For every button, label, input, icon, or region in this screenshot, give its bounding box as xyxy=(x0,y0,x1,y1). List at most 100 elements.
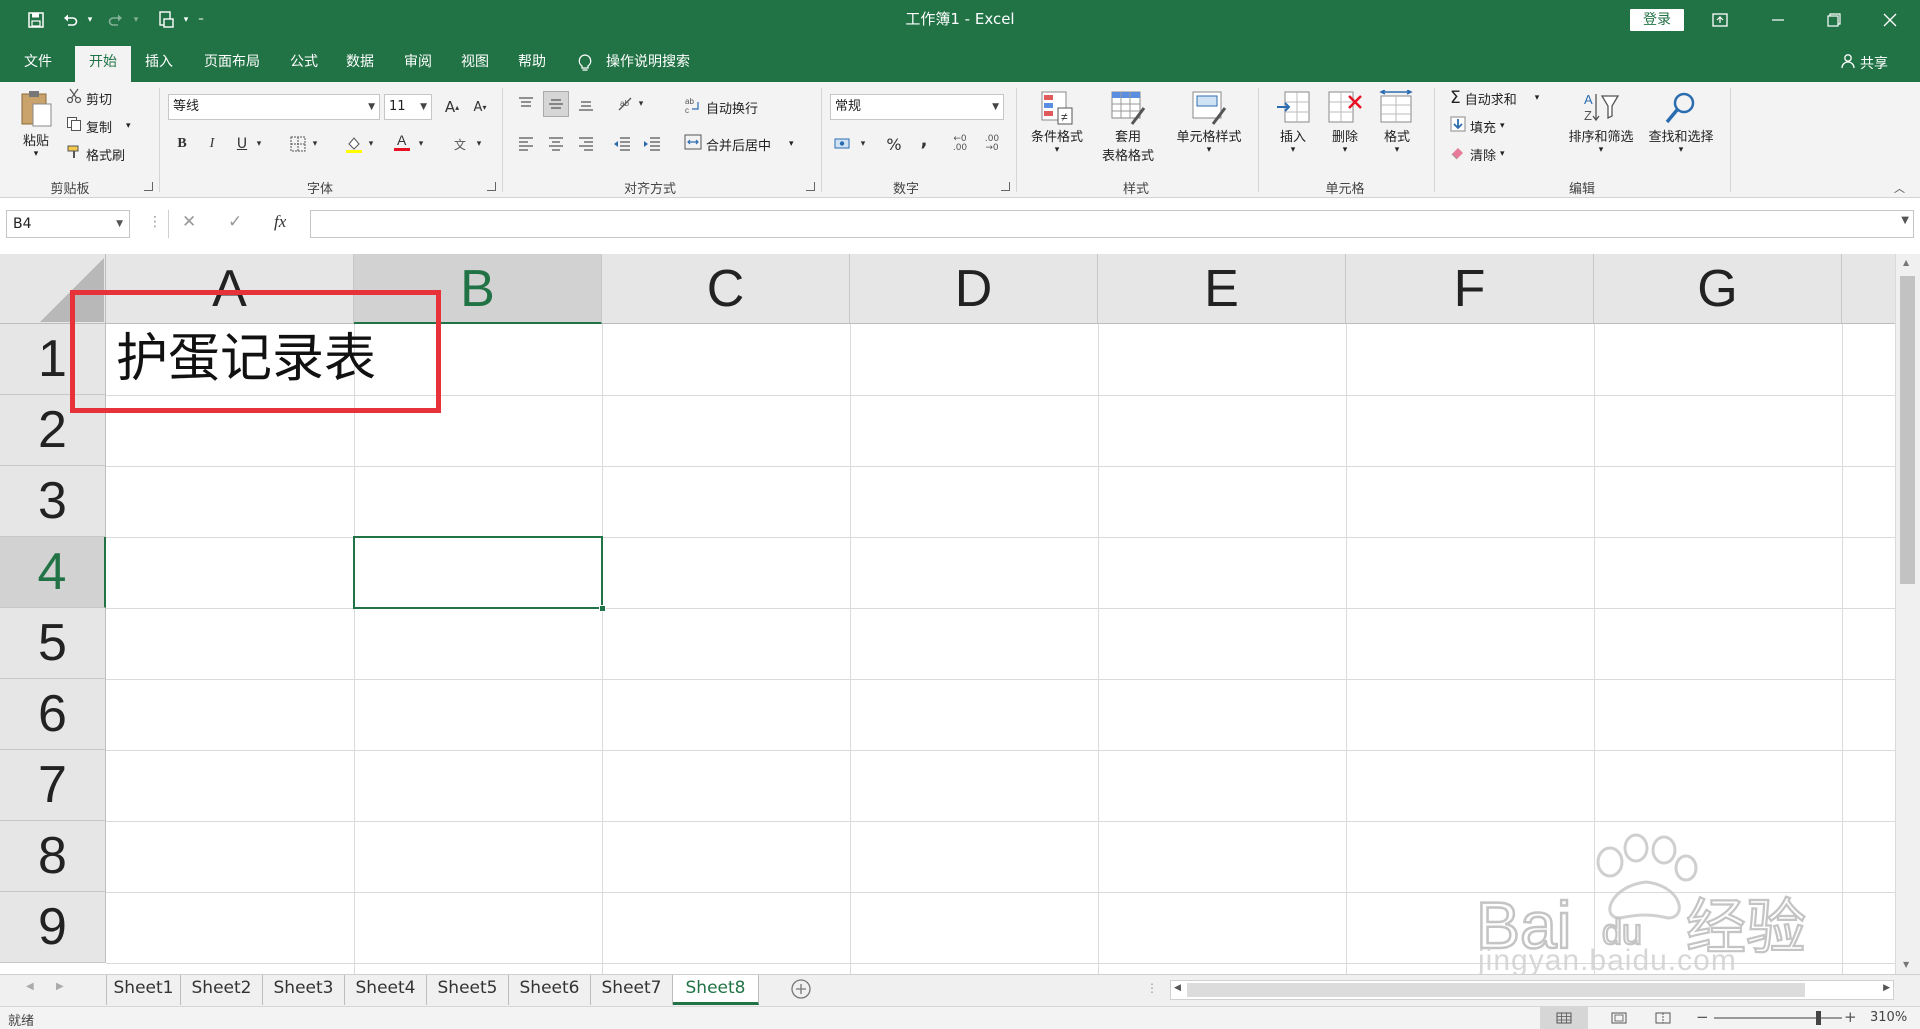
row-header-7[interactable]: 7 xyxy=(0,750,106,821)
tell-me-search[interactable]: 操作说明搜索 xyxy=(606,46,706,82)
zoom-slider[interactable] xyxy=(1714,1017,1842,1019)
scroll-right-icon[interactable]: ▶ xyxy=(1883,983,1890,993)
collapse-ribbon-icon[interactable]: ︿ xyxy=(1894,180,1905,196)
delete-cells-button[interactable]: 删除 ▾ xyxy=(1322,90,1368,155)
autosum-button[interactable]: Σ 自动求和 ▾ xyxy=(1450,88,1539,108)
phonetic-icon[interactable]: 文 xyxy=(448,132,472,156)
formula-input[interactable]: ▼ xyxy=(310,210,1914,238)
tab-data[interactable]: 数据 xyxy=(332,46,388,82)
zoom-slider-thumb[interactable] xyxy=(1816,1011,1821,1025)
format-cells-button[interactable]: 格式 ▾ xyxy=(1374,90,1420,155)
fill-color-icon[interactable] xyxy=(342,132,366,156)
tab-insert[interactable]: 插入 xyxy=(131,46,187,82)
enter-icon[interactable]: ✓ xyxy=(228,212,242,232)
underline-button[interactable]: U xyxy=(230,132,254,156)
sheet-tab-2[interactable]: Sheet2 xyxy=(181,975,263,1005)
insert-cells-button[interactable]: 插入 ▾ xyxy=(1270,90,1316,155)
fill-dropdown-icon[interactable]: ▾ xyxy=(1500,121,1505,131)
increase-decimal-icon[interactable]: ←0.00 xyxy=(948,132,972,156)
tab-formulas[interactable]: 公式 xyxy=(276,46,332,82)
tab-split-grip-icon[interactable]: ⋮ xyxy=(1146,981,1158,995)
page-break-view-icon[interactable] xyxy=(1648,1007,1678,1029)
next-sheet-icon[interactable]: ▶ xyxy=(56,981,64,992)
decrease-indent-icon[interactable] xyxy=(610,132,634,156)
font-color-icon[interactable]: A xyxy=(390,130,414,154)
phonetic-dropdown-icon[interactable]: ▾ xyxy=(472,132,486,156)
tab-page-layout[interactable]: 页面布局 xyxy=(192,46,272,82)
font-name-select[interactable]: 等线 ▼ xyxy=(168,94,380,120)
row-header-8[interactable]: 8 xyxy=(0,821,106,892)
sheet-tab-5[interactable]: Sheet5 xyxy=(427,975,509,1005)
tab-review[interactable]: 审阅 xyxy=(390,46,446,82)
horizontal-scroll-thumb[interactable] xyxy=(1187,983,1805,997)
expand-formula-icon[interactable]: ▼ xyxy=(1901,215,1909,226)
worksheet-grid[interactable]: A B C D E F G 1 2 3 4 5 6 7 8 9 护蛋记录表 xyxy=(0,254,1895,974)
align-bottom-icon[interactable] xyxy=(574,92,598,116)
autosum-dropdown-icon[interactable]: ▾ xyxy=(1535,93,1540,103)
percent-button[interactable]: % xyxy=(882,132,906,156)
conditional-formatting-button[interactable]: ≠ 条件格式 ▾ xyxy=(1024,90,1090,155)
copy-button[interactable]: 复制 ▾ xyxy=(66,116,131,136)
fill-color-dropdown-icon[interactable]: ▾ xyxy=(364,132,378,156)
name-box-dropdown-icon[interactable]: ▼ xyxy=(116,211,123,237)
format-painter-button[interactable]: 格式刷 xyxy=(66,144,125,164)
merge-dropdown-icon[interactable]: ▾ xyxy=(789,139,794,149)
ribbon-display-options-icon[interactable] xyxy=(1692,0,1748,40)
increase-font-icon[interactable]: A ▴ xyxy=(440,95,464,119)
vertical-scrollbar[interactable]: ▲ ▼ xyxy=(1895,254,1920,974)
orientation-dropdown-icon[interactable]: ▾ xyxy=(634,92,648,116)
paste-button[interactable]: 粘贴 ▾ xyxy=(14,88,58,159)
formula-bar-grip-icon[interactable]: ⋮ xyxy=(148,214,162,230)
underline-dropdown-icon[interactable]: ▾ xyxy=(252,132,266,156)
align-middle-icon[interactable] xyxy=(543,91,569,117)
border-icon[interactable] xyxy=(286,132,310,156)
zoom-in-icon[interactable]: + xyxy=(1844,1008,1857,1026)
scroll-up-icon[interactable]: ▲ xyxy=(1903,258,1909,267)
decrease-font-icon[interactable]: A ▾ xyxy=(468,95,492,119)
font-size-select[interactable]: 11 ▼ xyxy=(384,94,432,120)
sheet-tab-8[interactable]: Sheet8 xyxy=(673,975,759,1005)
row-header-5[interactable]: 5 xyxy=(0,608,106,679)
align-right-icon[interactable] xyxy=(574,132,598,156)
paste-dropdown-icon[interactable]: ▾ xyxy=(34,149,39,159)
active-cell-b4[interactable] xyxy=(353,536,603,609)
wrap-text-button[interactable]: ab c 自动换行 xyxy=(684,96,758,118)
add-sheet-icon[interactable] xyxy=(790,978,812,1004)
restore-icon[interactable] xyxy=(1806,0,1862,40)
comma-style-button[interactable]: , xyxy=(912,128,936,152)
column-header-c[interactable]: C xyxy=(602,254,850,324)
fill-button[interactable]: 填充 ▾ xyxy=(1450,116,1505,136)
row-header-3[interactable]: 3 xyxy=(0,466,106,537)
column-header-d[interactable]: D xyxy=(850,254,1098,324)
fill-handle[interactable] xyxy=(599,605,606,612)
zoom-level[interactable]: 310% xyxy=(1870,1010,1907,1025)
clear-button[interactable]: 清除 ▾ xyxy=(1450,144,1505,164)
tab-home[interactable]: 开始 xyxy=(75,46,131,82)
share-icon[interactable] xyxy=(1840,53,1856,73)
currency-dropdown-icon[interactable]: ▾ xyxy=(856,132,870,156)
column-header-partial[interactable] xyxy=(1842,254,1895,324)
row-header-6[interactable]: 6 xyxy=(0,679,106,750)
row-header-9[interactable]: 9 xyxy=(0,892,106,963)
row-header-4[interactable]: 4 xyxy=(0,537,106,608)
column-header-g[interactable]: G xyxy=(1594,254,1842,324)
clipboard-launcher-icon[interactable] xyxy=(144,182,153,191)
zoom-out-icon[interactable]: − xyxy=(1696,1008,1709,1026)
align-left-icon[interactable] xyxy=(514,132,538,156)
number-format-select[interactable]: 常规 ▼ xyxy=(830,94,1004,120)
merge-center-button[interactable]: 合并后居中 ▾ xyxy=(684,134,794,154)
tab-view[interactable]: 视图 xyxy=(447,46,503,82)
insert-function-button[interactable]: fx xyxy=(274,212,286,232)
align-top-icon[interactable] xyxy=(514,92,538,116)
bold-button[interactable]: B xyxy=(170,132,194,156)
login-button[interactable]: 登录 xyxy=(1630,9,1684,31)
currency-icon[interactable] xyxy=(832,132,856,156)
font-color-dropdown-icon[interactable]: ▾ xyxy=(414,132,428,156)
close-icon[interactable] xyxy=(1862,0,1918,40)
page-layout-view-icon[interactable] xyxy=(1604,1007,1634,1029)
sheet-tab-1[interactable]: Sheet1 xyxy=(107,975,181,1005)
cut-button[interactable]: 剪切 xyxy=(66,88,112,108)
name-box[interactable]: B4 ▼ xyxy=(6,210,130,238)
sheet-tab-7[interactable]: Sheet7 xyxy=(591,975,673,1005)
column-header-f[interactable]: F xyxy=(1346,254,1594,324)
